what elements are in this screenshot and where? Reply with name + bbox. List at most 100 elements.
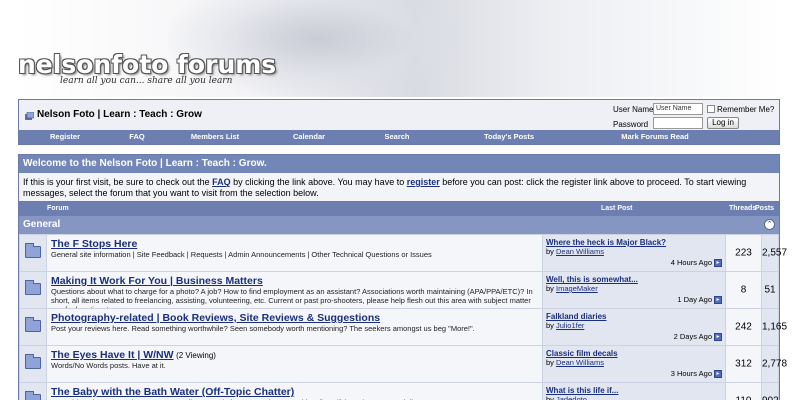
menu-register[interactable]: Register xyxy=(19,130,111,144)
posts-count-cell: 51 xyxy=(762,272,778,308)
password-label: Password xyxy=(613,120,649,129)
forum-title-link[interactable]: The Baby with the Bath Water (Off-Topic … xyxy=(51,386,294,398)
faq-link[interactable]: FAQ xyxy=(212,177,231,187)
last-post-cell: Classic film decals by Dean Williams 3 Hou… xyxy=(543,346,725,382)
breadcrumb[interactable]: Nelson Foto | Learn : Teach : Grow xyxy=(37,109,202,120)
register-link[interactable]: register xyxy=(407,177,440,187)
last-post-cell: Well, this is somewhat... by ImageMaker 1 … xyxy=(543,272,725,308)
forum-list-table: Forum Last Post Threads Posts General ⌃ … xyxy=(18,201,788,400)
last-post-title-link[interactable]: Falkland diaries xyxy=(546,312,722,321)
forum-home-icon[interactable] xyxy=(25,112,34,120)
forum-description: Post your reviews here. Read something w… xyxy=(51,324,475,333)
last-post-title-link[interactable]: Well, this is somewhat... xyxy=(546,275,722,284)
posts-count-cell: 902 xyxy=(762,383,779,400)
last-post-time-group: 1 Day Ago ▸ xyxy=(677,295,722,304)
forum-description: Questions about what to charge for a pho… xyxy=(51,287,533,308)
last-post-user-link[interactable]: Dean Williams xyxy=(556,247,604,256)
nav-menu: Register FAQ Members List Calendar Searc… xyxy=(19,130,779,144)
forum-info-cell: The Baby with the Bath Water (Off-Topic … xyxy=(47,383,542,400)
last-post-by-label: by xyxy=(546,395,557,400)
welcome-text-2: by clicking the link above. You may have… xyxy=(230,177,407,187)
forum-row: The Eyes Have It | W/NW (2 Viewing) Words… xyxy=(19,345,788,382)
posts-count-cell: 1,165 xyxy=(762,309,788,345)
posts-count: 2,778 xyxy=(762,358,788,370)
forum-status-cell xyxy=(20,383,46,400)
welcome-box: Welcome to the Nelson Foto | Learn : Tea… xyxy=(18,154,780,202)
forum-description: General site information | Site Feedback… xyxy=(51,250,432,259)
login-button[interactable]: Log in xyxy=(707,117,739,129)
forum-title-link[interactable]: Making It Work For You | Business Matter… xyxy=(51,275,263,287)
forum-folder-icon xyxy=(25,243,41,258)
category-row: General ⌃ xyxy=(19,216,779,234)
last-post-title-link[interactable]: Where the heck is Major Black? xyxy=(546,238,722,247)
last-post-time-group: 2 Days Ago ▸ xyxy=(674,332,722,341)
last-post-cell: What is this life if...by Jadedoto▸ xyxy=(543,383,725,400)
go-to-last-post-icon[interactable]: ▸ xyxy=(714,295,722,304)
menu-todays-posts[interactable]: Today's Posts xyxy=(443,130,575,144)
forum-title-link[interactable]: The F Stops Here xyxy=(51,238,137,250)
last-post-cell: Falkland diaries by Julio1fer 2 Days Ago ▸ xyxy=(543,309,725,345)
menu-faq[interactable]: FAQ xyxy=(111,130,163,144)
forum-folder-icon xyxy=(25,354,41,369)
forum-info-cell: Photography-related | Book Reviews, Site… xyxy=(47,309,542,345)
menu-search[interactable]: Search xyxy=(351,130,443,144)
column-forum: Forum xyxy=(47,205,69,212)
password-input[interactable] xyxy=(653,117,703,129)
forum-description: Words/No Words posts. Have at it. xyxy=(51,361,166,370)
last-post-user-link[interactable]: Julio1fer xyxy=(556,321,584,330)
last-post-by-label: by xyxy=(546,284,557,293)
go-to-last-post-icon[interactable]: ▸ xyxy=(714,369,722,378)
last-post-time: 3 Hours Ago xyxy=(670,369,712,378)
column-threads: Threads xyxy=(729,205,757,212)
forum-info-cell: The F Stops Here General site informatio… xyxy=(47,235,542,271)
last-post-time: 1 Day Ago xyxy=(677,295,712,304)
last-post-user-link[interactable]: Dean Williams xyxy=(556,358,604,367)
forum-title-link[interactable]: Photography-related | Book Reviews, Site… xyxy=(51,312,380,324)
posts-count: 1,165 xyxy=(762,321,788,333)
forum-row: Making It Work For You | Business Matter… xyxy=(19,271,779,308)
column-posts: Posts xyxy=(755,205,775,212)
forum-folder-icon xyxy=(25,391,41,400)
threads-count-cell: 110 xyxy=(726,383,761,400)
remember-me-checkbox[interactable] xyxy=(707,105,715,113)
forum-title-link[interactable]: The Eyes Have It | W/NW xyxy=(51,349,174,361)
last-post-user-link[interactable]: ImageMaker xyxy=(556,284,598,293)
last-post-cell: Where the heck is Major Black? by Dean Wi… xyxy=(543,235,725,271)
forum-row: The Baby with the Bath Water (Off-Topic … xyxy=(19,382,779,400)
posts-count: 2,557 xyxy=(762,247,788,259)
forum-row: Photography-related | Book Reviews, Site… xyxy=(19,308,788,345)
go-to-last-post-icon[interactable]: ▸ xyxy=(714,332,722,341)
last-post-time-group: 4 Hours Ago ▸ xyxy=(671,258,722,267)
posts-count: 51 xyxy=(764,284,776,296)
last-post-author: by Dean Williams xyxy=(546,358,722,367)
last-post-title-link[interactable]: Classic film decals xyxy=(546,349,722,358)
forum-info-cell: The Eyes Have It | W/NW (2 Viewing) Words… xyxy=(47,346,542,382)
threads-count: 312 xyxy=(735,358,752,370)
column-last-post: Last Post xyxy=(601,205,633,212)
posts-count: 902 xyxy=(762,396,779,400)
menu-members-list[interactable]: Members List xyxy=(163,130,267,144)
threads-count: 8 xyxy=(740,284,747,296)
last-post-user-link[interactable]: Jadedoto xyxy=(556,395,587,400)
menu-mark-forums-read[interactable]: Mark Forums Read xyxy=(575,130,735,144)
go-to-last-post-icon[interactable]: ▸ xyxy=(714,258,722,267)
forum-status-cell xyxy=(20,346,46,382)
site-logo[interactable]: nelsonfoto forums xyxy=(18,50,276,79)
last-post-time: 2 Days Ago xyxy=(673,332,712,341)
welcome-text-1: If this is your first visit, be sure to … xyxy=(23,177,213,187)
forum-row: The F Stops Here General site informatio… xyxy=(19,234,788,271)
last-post-by-label: by xyxy=(546,321,557,330)
posts-count-cell: 2,778 xyxy=(762,346,788,382)
username-input[interactable]: User Name xyxy=(653,103,703,115)
last-post-time: 4 Hours Ago xyxy=(670,258,712,267)
category-title[interactable]: General xyxy=(23,216,60,234)
menu-calendar[interactable]: Calendar xyxy=(267,130,351,144)
username-label: User Name xyxy=(613,105,654,114)
threads-count-cell: 242 xyxy=(726,309,761,345)
login-form: User Name User Name Remember Me? Passwor… xyxy=(613,102,775,130)
threads-count-cell: 223 xyxy=(726,235,761,271)
forum-table-header: Forum Last Post Threads Posts xyxy=(19,202,779,216)
last-post-title-link[interactable]: What is this life if... xyxy=(546,386,722,395)
site-header-banner: nelsonfoto forums learn all you can... s… xyxy=(18,0,780,97)
collapse-icon[interactable]: ⌃ xyxy=(764,219,775,230)
